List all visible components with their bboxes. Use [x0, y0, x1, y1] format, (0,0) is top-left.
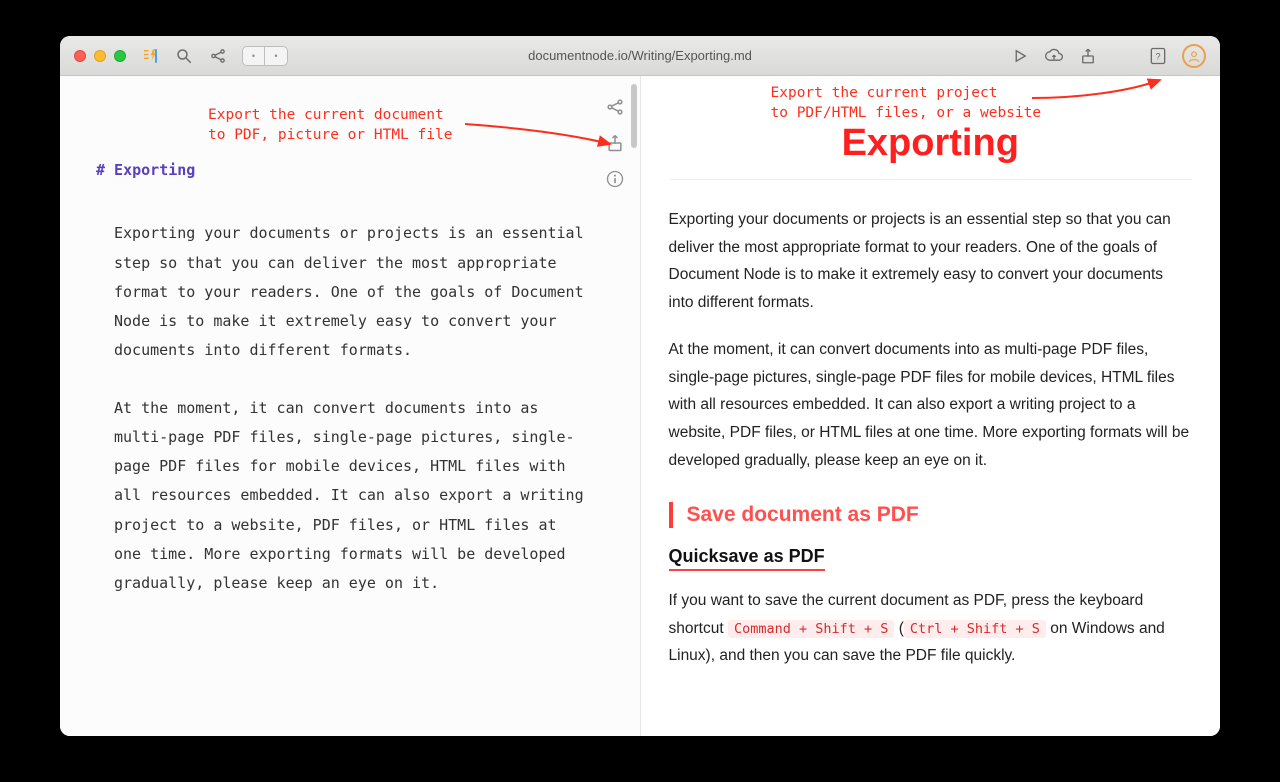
minimize-window-button[interactable] — [94, 50, 106, 62]
share-branch-icon[interactable] — [208, 46, 228, 66]
export-document-icon[interactable] — [604, 132, 626, 154]
toolbar-left: • • — [140, 46, 288, 66]
preview-paragraph: If you want to save the current document… — [669, 587, 1193, 670]
preview-h2: Save document as PDF — [669, 502, 1193, 528]
annotation-export-project: Export the current project to PDF/HTML f… — [771, 84, 1042, 123]
toolbar-right: ? — [1010, 44, 1206, 68]
editor-side-actions — [604, 96, 626, 190]
preview-title: Exporting — [669, 122, 1193, 180]
zoom-window-button[interactable] — [114, 50, 126, 62]
info-icon[interactable] — [604, 168, 626, 190]
editor-paragraph: At the moment, it can convert documents … — [114, 394, 586, 599]
preview-paragraph: Exporting your documents or projects is … — [669, 206, 1193, 316]
annotation-arrow-right — [1027, 76, 1167, 102]
kbd-shortcut-mac: Command + Shift + S — [728, 620, 894, 638]
kbd-shortcut-win: Ctrl + Shift + S — [904, 620, 1046, 638]
markdown-editor[interactable]: # Exporting Exporting your documents or … — [96, 156, 586, 626]
search-icon[interactable] — [174, 46, 194, 66]
help-book-icon[interactable]: ? — [1148, 46, 1168, 66]
editor-heading: # Exporting — [96, 156, 586, 185]
layout-toggle[interactable]: • • — [242, 46, 288, 66]
editor-paragraph: Exporting your documents or projects is … — [114, 219, 586, 365]
export-project-icon[interactable] — [1078, 46, 1098, 66]
svg-text:?: ? — [1155, 51, 1160, 61]
layout-toggle-right[interactable]: • — [265, 47, 287, 65]
titlebar: • • documentnode.io/Writing/Exporting.md… — [60, 36, 1220, 76]
editor-pane: # Exporting Exporting your documents or … — [60, 76, 641, 736]
annotation-arrow-left — [460, 114, 620, 154]
layout-toggle-left[interactable]: • — [243, 47, 265, 65]
app-window: • • documentnode.io/Writing/Exporting.md… — [60, 36, 1220, 736]
scrollbar-thumb[interactable] — [631, 84, 637, 148]
preview-paragraph: At the moment, it can convert documents … — [669, 336, 1193, 474]
close-window-button[interactable] — [74, 50, 86, 62]
preview-h3: Quicksave as PDF — [669, 546, 825, 571]
preview-pane: Export the current project to PDF/HTML f… — [641, 76, 1221, 736]
account-avatar[interactable] — [1182, 44, 1206, 68]
annotation-export-document: Export the current document to PDF, pict… — [208, 106, 452, 145]
traffic-lights — [74, 50, 126, 62]
cloud-upload-icon[interactable] — [1044, 46, 1064, 66]
content-split: # Exporting Exporting your documents or … — [60, 76, 1220, 736]
preview-content: Exporting Exporting your documents or pr… — [669, 122, 1193, 690]
outline-branch-icon[interactable] — [604, 96, 626, 118]
list-lightning-icon[interactable] — [140, 46, 160, 66]
run-play-icon[interactable] — [1010, 46, 1030, 66]
